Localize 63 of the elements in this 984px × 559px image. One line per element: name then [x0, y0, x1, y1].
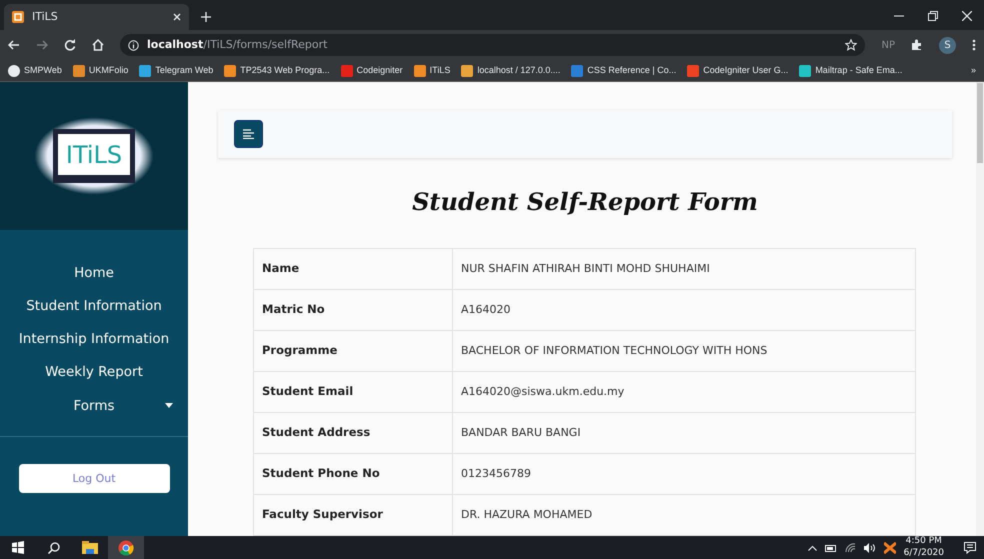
more-bookmarks-button[interactable]: »: [970, 64, 976, 78]
field-label: Name: [254, 248, 452, 290]
logo-text: ITiLS: [66, 140, 122, 170]
field-value: A164020@siswa.ukm.edu.my: [452, 372, 916, 412]
nav-link[interactable]: Weekly Report: [0, 356, 188, 390]
field-label: Student Email: [254, 372, 452, 412]
speaker-icon[interactable]: [864, 542, 876, 552]
field-value: A164020: [452, 290, 916, 330]
nav-link[interactable]: Internship Information: [0, 322, 188, 356]
restore-icon[interactable]: [928, 11, 938, 21]
bookmark-label[interactable]: localhost / 127.0.0....: [477, 64, 560, 78]
bookmark-label[interactable]: Codeigniter: [356, 64, 403, 78]
menu-toggle-button[interactable]: [234, 120, 263, 148]
field-value: NUR SHAFIN ATHIRAH BINTI MOHD SHUHAIMI: [452, 248, 916, 290]
forward-icon[interactable]: [36, 39, 48, 51]
scrollbar[interactable]: [976, 82, 984, 536]
close-icon[interactable]: [173, 13, 181, 21]
field-label: Programme: [254, 330, 452, 372]
bookmark-label[interactable]: ITiLS: [430, 64, 450, 78]
logout-button[interactable]: Log Out: [18, 464, 170, 494]
extension-icon[interactable]: NP: [881, 38, 895, 52]
folder-icon[interactable]: [82, 541, 98, 554]
more-icon[interactable]: [972, 39, 976, 51]
back-icon[interactable]: [8, 39, 20, 51]
field-value: BACHELOR OF INFORMATION TECHNOLOGY WITH HONS: [452, 330, 916, 372]
wifi-icon[interactable]: [844, 542, 856, 552]
bookmark-label[interactable]: CodeIgniter User G...: [703, 64, 788, 78]
browser-tab[interactable]: ITiLS: [4, 4, 189, 30]
windows-icon[interactable]: [12, 541, 24, 554]
battery-icon[interactable]: [824, 544, 837, 552]
field-label: Student Address: [254, 412, 452, 454]
bookmark-label[interactable]: UKMFolio: [88, 64, 128, 78]
nav-link[interactable]: Student Information: [0, 289, 188, 323]
tab-title: ITiLS: [32, 8, 59, 25]
new-tab-icon[interactable]: [201, 12, 211, 22]
bookmark-label[interactable]: SMPWeb: [24, 64, 62, 78]
profile-avatar[interactable]: S: [939, 36, 956, 54]
field-value: 0123456789: [452, 454, 916, 494]
chevron-up-icon[interactable]: [808, 544, 817, 550]
bookmark-label[interactable]: CSS Reference | Co...: [587, 64, 676, 78]
close-icon[interactable]: [962, 11, 972, 21]
field-label: Student Phone No: [254, 454, 452, 494]
home-icon[interactable]: [92, 39, 104, 51]
reload-icon[interactable]: [64, 39, 76, 51]
page-icon: [12, 11, 24, 23]
taskbar-clock[interactable]: 4:50 PM 6/7/2020: [904, 536, 944, 559]
search-icon[interactable]: [48, 542, 60, 554]
bookmark-label[interactable]: Telegram Web: [155, 64, 214, 78]
notification-icon[interactable]: [964, 542, 976, 554]
nav-link[interactable]: Forms: [0, 389, 188, 422]
address-field[interactable]: localhost/ITiLS/forms/selfReport: [147, 36, 328, 54]
puzzle-icon[interactable]: [911, 39, 923, 51]
star-icon[interactable]: [845, 39, 858, 51]
info-icon: [128, 40, 139, 50]
nav-link[interactable]: Home: [0, 256, 188, 290]
page-title: Student Self-Report Form: [411, 186, 759, 218]
menu-icon: [243, 129, 254, 139]
bookmark-label[interactable]: TP2543 Web Progra...: [240, 64, 330, 78]
field-label: Matric No: [254, 290, 452, 330]
bookmark-label[interactable]: Mailtrap - Safe Ema...: [815, 64, 902, 78]
chrome-icon[interactable]: [118, 540, 134, 556]
antivirus-icon[interactable]: [884, 542, 896, 554]
field-value: BANDAR BARU BANGI: [452, 412, 916, 454]
